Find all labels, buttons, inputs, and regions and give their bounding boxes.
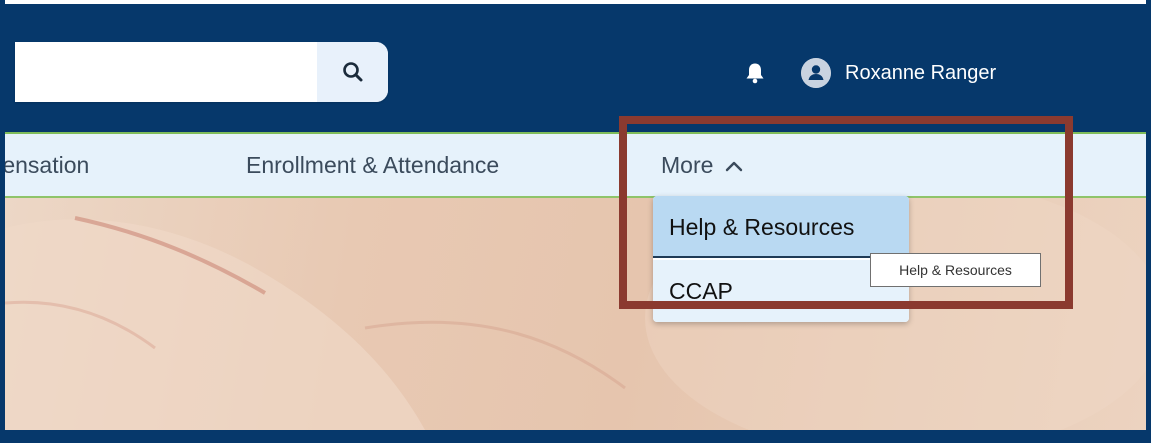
app-window: Roxanne Ranger Compensation Enrollment &…: [0, 0, 1151, 443]
search-icon: [342, 62, 362, 82]
search-bar: [15, 42, 388, 102]
annotation-highlight-box: [619, 116, 1073, 309]
search-input[interactable]: [15, 42, 315, 102]
top-header: Roxanne Ranger: [5, 4, 1147, 132]
frame-left-edge: [0, 0, 5, 443]
user-name: Roxanne Ranger: [845, 61, 997, 84]
notifications-button[interactable]: [739, 58, 771, 88]
search-button[interactable]: [317, 42, 388, 102]
nav-clip: Compensation: [5, 134, 165, 196]
bell-icon: [746, 63, 764, 84]
nav-item-compensation[interactable]: Compensation: [5, 134, 89, 196]
frame-right-edge: [1146, 0, 1151, 443]
frame-bottom-edge: [0, 430, 1151, 443]
user-menu[interactable]: Roxanne Ranger: [801, 56, 996, 90]
nav-item-enrollment-attendance[interactable]: Enrollment & Attendance: [246, 134, 499, 196]
user-avatar-icon: [801, 58, 831, 88]
